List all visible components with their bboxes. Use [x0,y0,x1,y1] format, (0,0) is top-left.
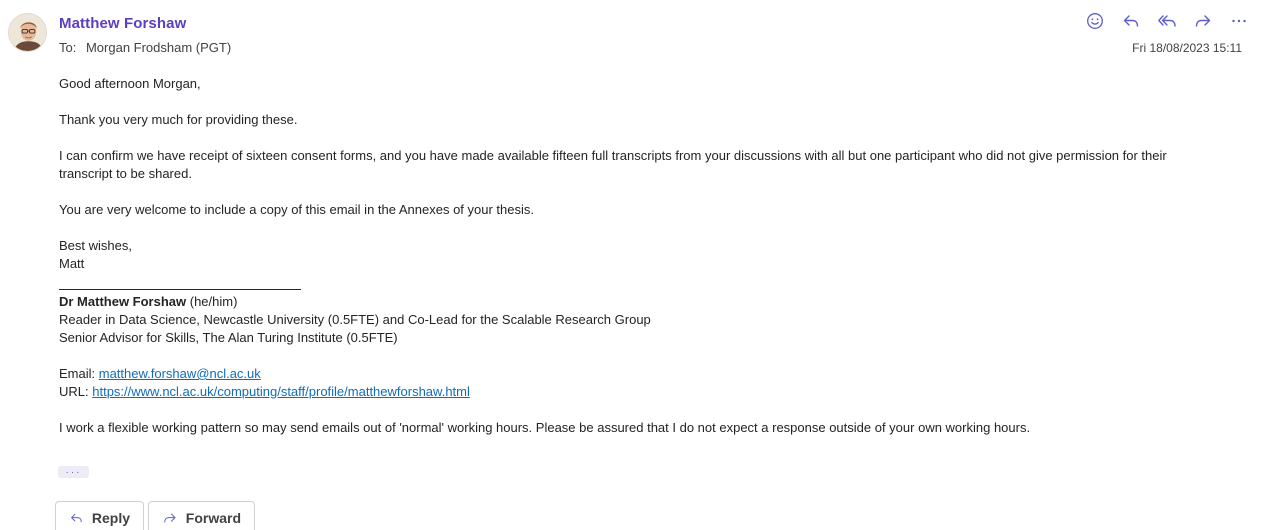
signature-role-1: Reader in Data Science, Newcastle Univer… [59,312,651,327]
confirm-line-1: I can confirm we have receipt of sixteen… [59,148,1167,163]
signature-name: Dr Matthew Forshaw [59,294,187,309]
forward-label: Forward [185,510,241,526]
email-label: Email: [59,366,99,381]
annex-line: You are very welcome to include a copy o… [59,202,535,217]
signature-email-line: Email: matthew.forshaw@ncl.ac.uk [59,365,1229,383]
forward-icon [164,513,176,523]
more-actions-button[interactable] [1221,10,1257,32]
working-hours-note: I work a flexible working pattern so may… [59,420,1031,435]
signoff-name: Matt [59,256,85,271]
thanks-line: Thank you very much for providing these. [59,112,298,127]
url-link[interactable]: https://www.ncl.ac.uk/computing/staff/pr… [92,384,470,399]
recipient-name[interactable]: Morgan Frodsham (PGT) [86,40,231,55]
footer-forward-button[interactable]: Forward [148,501,255,530]
reply-label: Reply [91,510,130,526]
reply-all-icon [1158,15,1176,27]
reply-icon [1123,15,1139,27]
signoff: Best wishes, [59,238,132,253]
signature-name-line: Dr Matthew Forshaw (he/him) [59,293,1229,311]
reply-icon [71,513,82,523]
confirm-line-2: transcript to be shared. [59,166,192,181]
emoji-react-button[interactable] [1077,10,1113,32]
to-label: To: [59,40,77,55]
greeting: Good afternoon Morgan, [59,76,201,91]
footer-reply-button[interactable]: Reply [55,501,144,530]
avatar[interactable] [8,13,47,52]
recipient-line: To: Morgan Frodsham (PGT) [59,40,231,55]
signature-pronouns: (he/him) [186,294,238,309]
sender-name[interactable]: Matthew Forshaw [59,15,186,32]
show-quoted-text-button[interactable]: ··· [58,466,89,478]
forward-button[interactable] [1185,10,1221,32]
signature-divider [59,289,301,290]
reply-button[interactable] [1113,10,1149,32]
emoji-react-icon [1087,13,1103,29]
email-link[interactable]: matthew.forshaw@ncl.ac.uk [99,366,261,381]
forward-icon [1195,15,1211,27]
avatar-portrait [9,14,46,51]
signature-role-2: Senior Advisor for Skills, The Alan Turi… [59,330,398,345]
message-body: Good afternoon Morgan, Thank you very mu… [59,75,1229,437]
message-actions [1077,10,1257,32]
timestamp: Fri 18/08/2023 15:11 [1132,41,1242,55]
more-icon [1232,19,1246,23]
url-label: URL: [59,384,93,399]
reply-all-button[interactable] [1149,10,1185,32]
signature-url-line: URL: https://www.ncl.ac.uk/computing/sta… [59,383,1229,401]
